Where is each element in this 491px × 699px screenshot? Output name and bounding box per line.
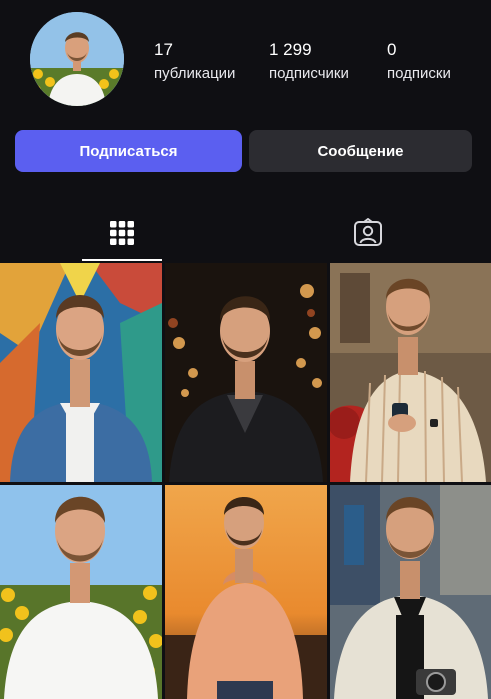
post-tile-2[interactable] [165,263,327,482]
posts-grid [0,263,491,699]
grid-icon [110,221,134,245]
avatar-photo [30,12,124,106]
stat-followers-value: 1 299 [269,40,312,59]
stat-followers[interactable]: 1 299 подписчики [269,40,349,84]
post-image-striped-shirt-scooter [330,263,491,482]
tab-posts-grid[interactable] [82,205,162,261]
stat-following-label: подписки [387,65,451,82]
avatar[interactable] [30,12,124,106]
post-tile-5[interactable] [165,485,327,699]
stat-posts-value: 17 [154,40,173,59]
post-image-peach-hoodie [165,485,327,699]
post-tile-6[interactable] [330,485,491,699]
stat-following[interactable]: 0 подписки [387,40,451,84]
stat-posts-label: публикации [154,65,236,82]
tagged-person-icon [354,218,382,246]
tab-tagged[interactable] [328,205,408,261]
profile-header: 17 публикации 1 299 подписчики 0 подписк… [0,0,491,125]
post-tile-1[interactable] [0,263,162,482]
active-tab-indicator [82,259,162,261]
stat-following-value: 0 [387,40,397,59]
subscribe-button[interactable]: Подписаться [15,130,242,172]
message-button[interactable]: Сообщение [249,130,472,172]
post-image-street-camera [330,485,491,699]
profile-tabs [0,205,491,263]
post-image-sunflower-field [0,485,162,699]
post-image-bomber-jacket [165,263,327,482]
post-image-denim-jacket [0,263,162,482]
stat-posts[interactable]: 17 публикации [154,40,235,84]
post-tile-3[interactable] [330,263,491,482]
post-tile-4[interactable] [0,485,162,699]
stat-followers-label: подписчики [269,65,349,82]
